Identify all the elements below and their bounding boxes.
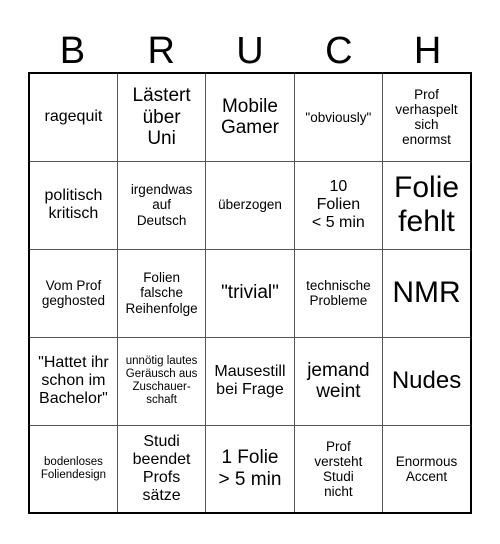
bingo-cell-text: irgendwas auf Deutsch	[130, 182, 193, 228]
bingo-cell-text: überzogen	[218, 197, 282, 213]
bingo-row: bodenloses Foliendesign Studi beendet Pr…	[28, 424, 472, 514]
bingo-cell[interactable]: 1 Folie > 5 min	[205, 424, 295, 514]
bingo-cell[interactable]: irgendwas auf Deutsch	[116, 160, 207, 250]
bingo-cell[interactable]: bodenloses Foliendesign	[28, 424, 118, 514]
bingo-cell[interactable]: Lästert über Uni	[116, 72, 207, 162]
bingo-cell[interactable]: Mausestill bei Frage	[205, 336, 295, 426]
bingo-cell-text: unnötig lautes Geräusch aus Zuschauer- s…	[125, 355, 198, 406]
bingo-cell[interactable]: Vom Prof geghosted	[28, 248, 118, 338]
bingo-cell-text: Prof versteht Studi nicht	[314, 438, 363, 499]
bingo-cell-text: "obviously"	[305, 109, 372, 125]
bingo-cell-text: 1 Folie > 5 min	[218, 447, 282, 490]
bingo-cell-text: Enormous Accent	[395, 453, 458, 484]
bingo-cell-text: 10 Folien < 5 min	[311, 178, 365, 231]
bingo-cell[interactable]: "trivial"	[205, 248, 295, 338]
bingo-cell[interactable]: NMR	[382, 248, 472, 338]
bingo-cell-text: Prof verhaspelt sich enormst	[395, 87, 458, 148]
bingo-cell-text: Lästert über Uni	[132, 85, 191, 149]
bingo-card: B R U C H ragequit Lästert über Uni Mobi…	[28, 22, 472, 514]
bingo-cell[interactable]: politisch kritisch	[28, 160, 118, 250]
bingo-cell-text: Mausestill bei Frage	[214, 363, 286, 398]
bingo-cell-text: Studi beendet Profs sätze	[132, 432, 191, 504]
bingo-cell[interactable]: jemand weint	[293, 336, 384, 426]
bingo-header-letter-0: B	[59, 30, 86, 72]
bingo-cell-text: Mobile Gamer	[220, 95, 280, 139]
bingo-row: ragequit Lästert über Uni Mobile Gamer "…	[28, 72, 472, 162]
bingo-cell[interactable]: "Hattet ihr schon im Bachelor"	[28, 336, 118, 426]
bingo-cell-text: "Hattet ihr schon im Bachelor"	[38, 354, 109, 407]
bingo-cell[interactable]: Prof verhaspelt sich enormst	[382, 72, 472, 162]
bingo-cell-text: ragequit	[44, 108, 103, 126]
bingo-cell-text: technische Probleme	[306, 277, 371, 308]
bingo-cell[interactable]: unnötig lautes Geräusch aus Zuschauer- s…	[116, 336, 207, 426]
bingo-header-letter-2: U	[236, 30, 264, 72]
bingo-cell[interactable]: 10 Folien < 5 min	[293, 160, 384, 250]
bingo-cell[interactable]: Mobile Gamer	[205, 72, 295, 162]
bingo-row: politisch kritisch irgendwas auf Deutsch…	[28, 160, 472, 250]
bingo-cell[interactable]: Enormous Accent	[382, 424, 472, 514]
bingo-header-letter-3: C	[325, 30, 353, 72]
bingo-cell[interactable]: überzogen	[205, 160, 295, 250]
bingo-cell-text: jemand weint	[307, 359, 370, 402]
bingo-row: "Hattet ihr schon im Bachelor" unnötig l…	[28, 336, 472, 426]
bingo-row: Vom Prof geghosted Folien falsche Reihen…	[28, 248, 472, 338]
bingo-grid: ragequit Lästert über Uni Mobile Gamer "…	[28, 72, 472, 514]
bingo-header-row: B R U C H	[28, 22, 472, 72]
bingo-cell[interactable]: Prof versteht Studi nicht	[293, 424, 384, 514]
bingo-cell[interactable]: Folie fehlt	[382, 160, 472, 250]
bingo-cell[interactable]: "obviously"	[293, 72, 384, 162]
bingo-cell-text: politisch kritisch	[44, 187, 103, 222]
bingo-cell-text: Folie fehlt	[394, 171, 460, 238]
bingo-cell[interactable]: Studi beendet Profs sätze	[116, 424, 207, 514]
bingo-cell[interactable]: ragequit	[28, 72, 118, 162]
bingo-cell[interactable]: Folien falsche Reihenfolge	[116, 248, 207, 338]
bingo-cell-text: NMR	[392, 276, 461, 310]
bingo-cell[interactable]: Nudes	[382, 336, 472, 426]
bingo-cell-text: "trivial"	[221, 282, 279, 304]
bingo-cell-text: Folien falsche Reihenfolge	[125, 270, 198, 316]
bingo-cell-text: Nudes	[391, 366, 462, 394]
bingo-cell-text: bodenloses Foliendesign	[40, 455, 107, 481]
bingo-header-letter-1: R	[147, 30, 175, 72]
bingo-cell[interactable]: technische Probleme	[293, 248, 384, 338]
bingo-cell-text: Vom Prof geghosted	[41, 277, 105, 308]
bingo-header-letter-4: H	[413, 30, 442, 72]
